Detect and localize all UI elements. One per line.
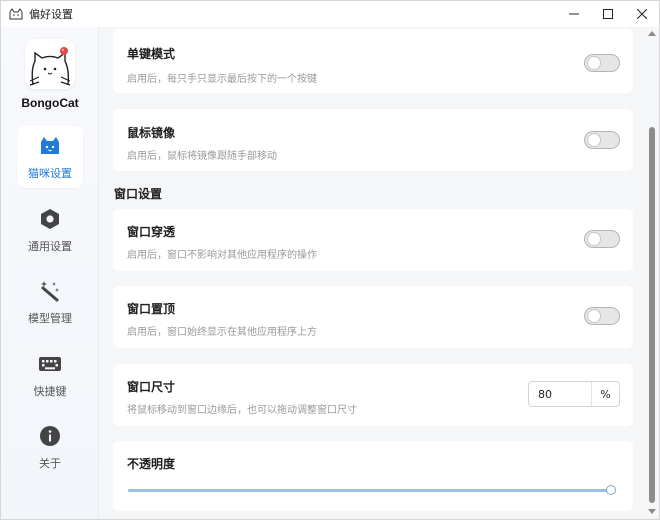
opacity-slider[interactable]: [128, 485, 616, 495]
window-passthrough-title: 窗口穿透: [127, 225, 176, 239]
minimize-button[interactable]: [557, 1, 591, 27]
preferences-window: 偏好设置 BongoCat 猫咪设置 通用设置 模型管理 快捷键 关于 单键模式…: [0, 0, 660, 520]
minimize-icon: [569, 13, 579, 15]
brand-name: BongoCat: [21, 96, 79, 110]
sidebar-item-about[interactable]: 关于: [17, 416, 83, 478]
sidebar-item-label: 猫咪设置: [28, 167, 72, 180]
sidebar: BongoCat 猫咪设置 通用设置 模型管理 快捷键 关于: [1, 27, 99, 519]
window-size-value[interactable]: 80: [529, 382, 592, 406]
settings-hexagon-icon: [38, 207, 62, 231]
bongocat-app-icon: [9, 7, 23, 21]
window-passthrough-desc: 启用后，窗口不影响对其他应用程序的操作: [127, 250, 317, 261]
window-passthrough-card: 窗口穿透 启用后，窗口不影响对其他应用程序的操作: [113, 209, 633, 271]
scroll-up-arrow-icon[interactable]: [648, 31, 656, 36]
scroll-down-arrow-icon[interactable]: [648, 509, 656, 514]
sidebar-item-cat-settings[interactable]: 猫咪设置: [17, 126, 83, 188]
sidebar-item-model-management[interactable]: 模型管理: [17, 271, 83, 333]
info-icon: [38, 424, 62, 448]
window-title: 偏好设置: [29, 8, 73, 21]
maximize-icon: [603, 9, 613, 19]
single-key-mode-card: 单键模式 启用后，每只手只显示最后按下的一个按键: [113, 29, 633, 93]
mouse-mirror-title: 鼠标镜像: [127, 126, 176, 140]
toggle-knob: [588, 310, 600, 322]
window-passthrough-toggle[interactable]: [584, 230, 620, 248]
window-size-desc: 将鼠标移动到窗口边缘后，也可以拖动调整窗口尺寸: [127, 405, 357, 416]
mouse-mirror-card: 鼠标镜像 启用后，鼠标将镜像跟随手部移动: [113, 109, 633, 171]
single-key-mode-desc: 启用后，每只手只显示最后按下的一个按键: [127, 74, 317, 85]
sidebar-item-label: 快捷键: [33, 385, 67, 398]
window-on-top-title: 窗口置顶: [127, 302, 176, 316]
mouse-mirror-desc: 启用后，鼠标将镜像跟随手部移动: [127, 151, 277, 162]
cat-icon: [38, 134, 62, 158]
toggle-knob: [588, 134, 600, 146]
window-on-top-desc: 启用后，窗口始终显示在其他应用程序上方: [127, 327, 317, 338]
toggle-knob: [588, 233, 600, 245]
window-size-input[interactable]: 80 %: [528, 381, 620, 407]
opacity-slider-thumb[interactable]: [606, 485, 616, 495]
window-on-top-card: 窗口置顶 启用后，窗口始终显示在其他应用程序上方: [113, 286, 633, 348]
main-scrollbar[interactable]: [645, 27, 659, 519]
opacity-card: 不透明度: [113, 441, 633, 511]
bongocat-logo: [25, 39, 75, 89]
window-settings-section-title: 窗口设置: [114, 187, 163, 201]
toggle-knob: [588, 57, 600, 69]
window-on-top-toggle[interactable]: [584, 307, 620, 325]
sidebar-item-label: 关于: [39, 457, 61, 470]
sidebar-item-label: 模型管理: [28, 312, 72, 325]
sidebar-item-label: 通用设置: [28, 240, 72, 253]
single-key-mode-toggle[interactable]: [584, 54, 620, 72]
close-icon: [637, 9, 647, 19]
single-key-mode-title: 单键模式: [127, 47, 176, 61]
window-size-card: 窗口尺寸 将鼠标移动到窗口边缘后，也可以拖动调整窗口尺寸 80 %: [113, 364, 633, 426]
sidebar-item-shortcuts[interactable]: 快捷键: [17, 344, 83, 406]
opacity-title: 不透明度: [127, 457, 176, 471]
window-size-title: 窗口尺寸: [127, 380, 176, 394]
scroll-thumb[interactable]: [649, 127, 655, 503]
magic-wand-icon: [38, 279, 62, 303]
window-controls: [557, 1, 659, 27]
title-bar: 偏好设置: [1, 1, 659, 27]
mouse-mirror-toggle[interactable]: [584, 131, 620, 149]
sidebar-item-general-settings[interactable]: 通用设置: [17, 199, 83, 261]
settings-content: 单键模式 启用后，每只手只显示最后按下的一个按键 鼠标镜像 启用后，鼠标将镜像跟…: [100, 27, 645, 519]
close-button[interactable]: [625, 1, 659, 27]
keyboard-icon: [38, 352, 62, 376]
opacity-slider-fill: [128, 489, 611, 492]
maximize-button[interactable]: [591, 1, 625, 27]
window-size-unit: %: [600, 387, 611, 401]
